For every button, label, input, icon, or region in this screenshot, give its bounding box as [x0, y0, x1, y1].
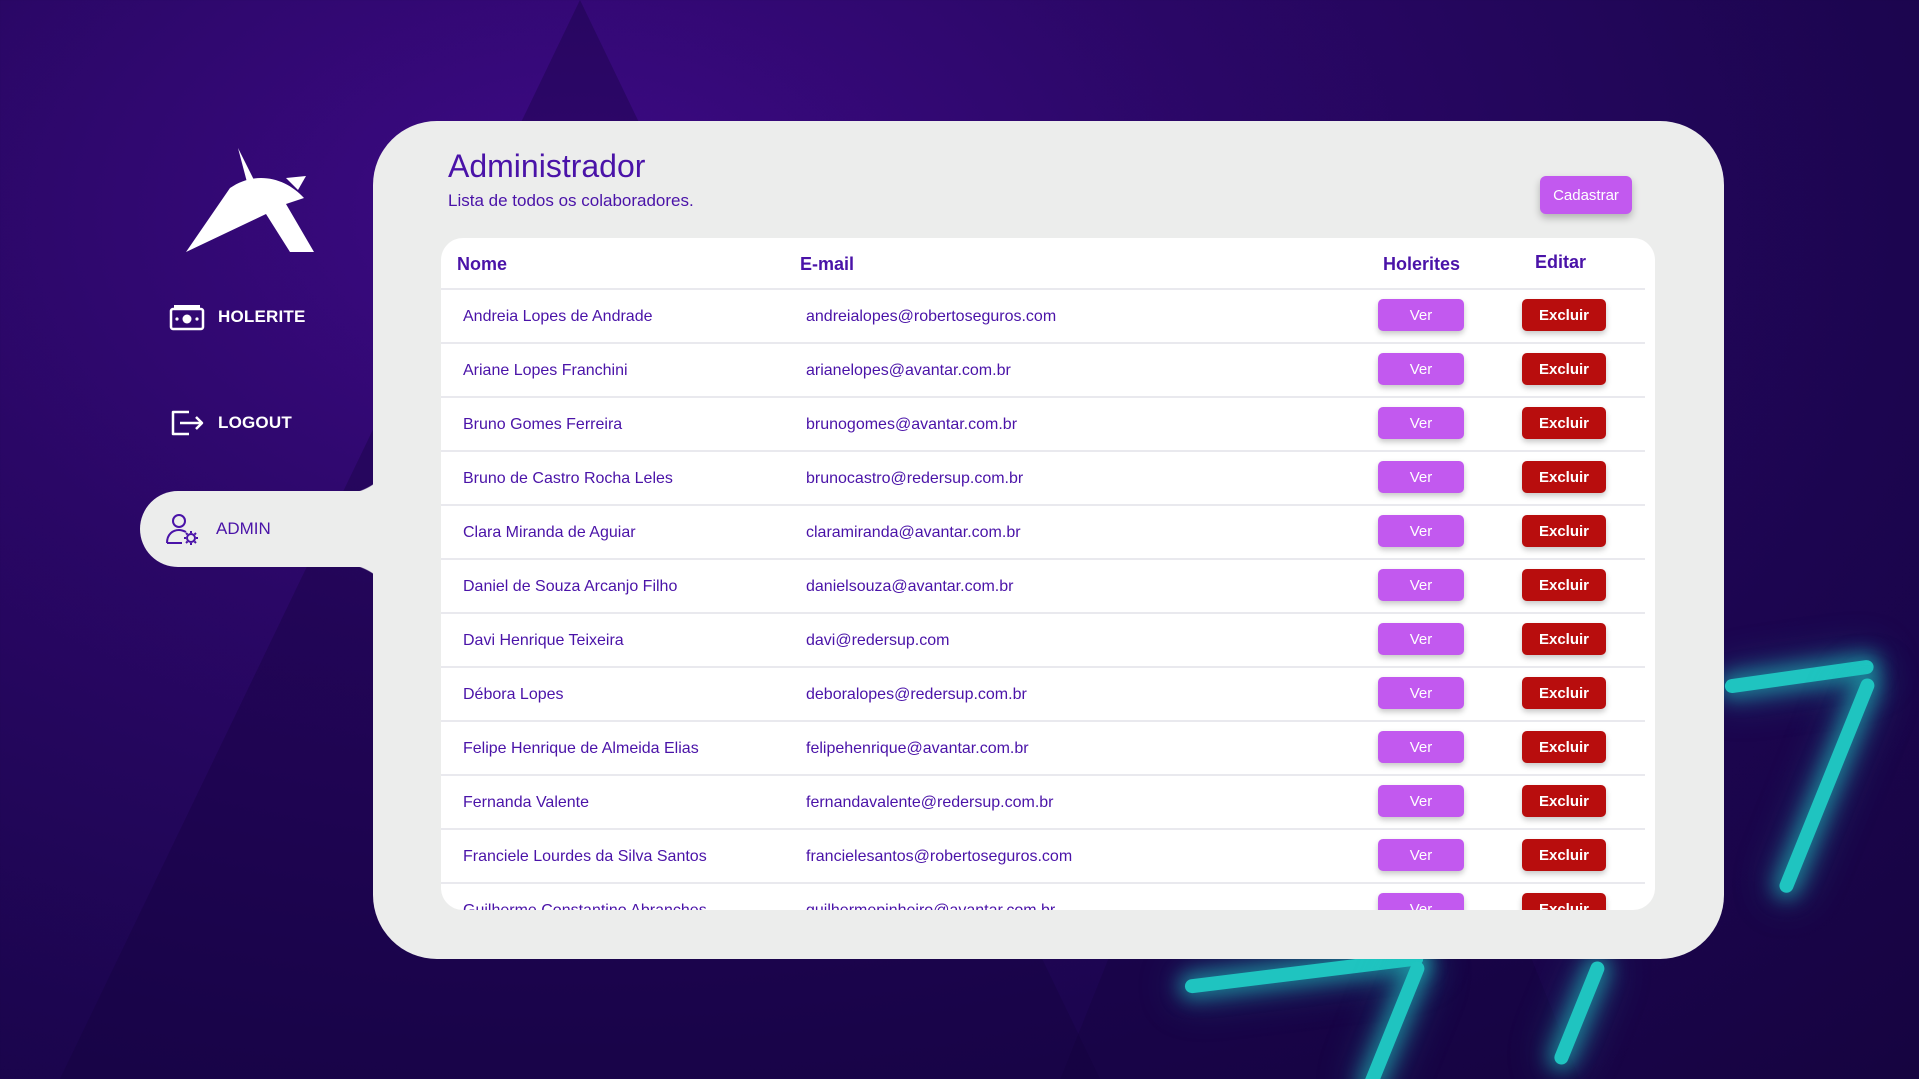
- page-subtitle: Lista de todos os colaboradores.: [448, 191, 694, 210]
- employee-email: davi@redersup.com: [806, 632, 950, 649]
- excluir-button[interactable]: Excluir: [1522, 461, 1606, 493]
- excluir-button[interactable]: Excluir: [1522, 515, 1606, 547]
- sidebar-item-label: LOGOUT: [218, 413, 292, 432]
- app-logo: [186, 148, 314, 252]
- excluir-button[interactable]: Excluir: [1522, 785, 1606, 817]
- employee-name: Bruno Gomes Ferreira: [463, 416, 623, 433]
- money-icon: [168, 302, 206, 332]
- employee-email: francielesantos@robertoseguros.com: [806, 848, 1073, 865]
- employee-name: Ariane Lopes Franchini: [463, 362, 628, 379]
- user-settings-icon: [164, 511, 200, 547]
- employee-email: deboralopes@redersup.com.br: [806, 686, 1027, 703]
- employee-email: fernandavalente@redersup.com.br: [806, 794, 1054, 811]
- table-row: Bruno Gomes Ferreira brunogomes@avantar.c…: [441, 398, 1645, 452]
- sidebar-item-label: ADMIN: [216, 519, 271, 538]
- excluir-button[interactable]: Excluir: [1522, 839, 1606, 871]
- excluir-button[interactable]: Excluir: [1522, 353, 1606, 385]
- ver-holerite-button[interactable]: Ver: [1378, 461, 1464, 493]
- table-row: Clara Miranda de Aguiar claramiranda@avan…: [441, 506, 1645, 560]
- employee-email: andreialopes@robertoseguros.com: [806, 308, 1057, 325]
- table-row: Franciele Lourdes da Silva Santos francie…: [441, 830, 1645, 884]
- neon-decoration: [1777, 676, 1877, 895]
- employee-email: brunocastro@redersup.com.br: [806, 470, 1024, 487]
- ver-holerite-button[interactable]: Ver: [1378, 731, 1464, 763]
- ver-holerite-button[interactable]: Ver: [1378, 353, 1464, 385]
- ver-holerite-button[interactable]: Ver: [1378, 785, 1464, 817]
- ver-holerite-button[interactable]: Ver: [1378, 569, 1464, 601]
- excluir-button[interactable]: Excluir: [1522, 299, 1606, 331]
- ver-holerite-button[interactable]: Ver: [1378, 893, 1464, 910]
- table-row: Ariane Lopes Franchini arianelopes@avanta…: [441, 344, 1645, 398]
- sidebar-item-holerite[interactable]: HOLERITE: [168, 302, 306, 332]
- neon-decoration: [1724, 659, 1875, 694]
- excluir-button[interactable]: Excluir: [1522, 623, 1606, 655]
- page-title: Administrador: [448, 148, 646, 184]
- sidebar-item-logout[interactable]: LOGOUT: [168, 408, 292, 438]
- table-row: Guilherme Constantino Abranches guilherme…: [441, 884, 1645, 910]
- employee-name: Fernanda Valente: [463, 794, 590, 811]
- ver-holerite-button[interactable]: Ver: [1378, 839, 1464, 871]
- tab-notch: [340, 435, 400, 495]
- employee-name: Felipe Henrique de Almeida Elias: [463, 740, 699, 757]
- sidebar-item-admin[interactable]: ADMIN: [164, 511, 271, 547]
- column-header-editar: Editar: [1535, 252, 1587, 272]
- table-row: Débora Lopes deboralopes@redersup.com.br V…: [441, 668, 1645, 722]
- excluir-button[interactable]: Excluir: [1522, 893, 1606, 910]
- excluir-button[interactable]: Excluir: [1522, 731, 1606, 763]
- table-row: Bruno de Castro Rocha Leles brunocastro@r…: [441, 452, 1645, 506]
- sidebar-item-label: HOLERITE: [218, 307, 306, 326]
- excluir-button[interactable]: Excluir: [1522, 569, 1606, 601]
- ver-holerite-button[interactable]: Ver: [1378, 515, 1464, 547]
- employee-name: Guilherme Constantino Abranches: [463, 902, 707, 910]
- employees-table: Nome E-mail Holerites Editar Andreia Lop…: [441, 238, 1655, 910]
- cadastrar-button[interactable]: Cadastrar: [1540, 176, 1632, 214]
- table-header: Nome E-mail Holerites Editar: [441, 238, 1645, 290]
- employee-email: brunogomes@avantar.com.br: [806, 416, 1018, 433]
- employee-email: felipehenrique@avantar.com.br: [806, 740, 1029, 757]
- employee-name: Débora Lopes: [463, 686, 564, 703]
- ver-holerite-button[interactable]: Ver: [1378, 677, 1464, 709]
- employee-email: guilhermepinheiro@avantar.com.br: [806, 902, 1055, 910]
- employee-email: arianelopes@avantar.com.br: [806, 362, 1011, 379]
- employee-email: claramiranda@avantar.com.br: [806, 524, 1021, 541]
- table-row: Fernanda Valente fernandavalente@redersup…: [441, 776, 1645, 830]
- table-row: Felipe Henrique de Almeida Elias felipehe…: [441, 722, 1645, 776]
- employee-name: Clara Miranda de Aguiar: [463, 524, 636, 541]
- logout-icon: [168, 408, 206, 438]
- table-body: Andreia Lopes de Andrade andreialopes@rob…: [441, 290, 1645, 910]
- ver-holerite-button[interactable]: Ver: [1378, 623, 1464, 655]
- table-row: Daniel de Souza Arcanjo Filho danielsouza…: [441, 560, 1645, 614]
- excluir-button[interactable]: Excluir: [1522, 407, 1606, 439]
- ver-holerite-button[interactable]: Ver: [1378, 299, 1464, 331]
- employee-name: Bruno de Castro Rocha Leles: [463, 470, 673, 487]
- column-header-email: E-mail: [800, 254, 855, 274]
- employee-name: Davi Henrique Teixeira: [463, 632, 624, 649]
- employee-name: Daniel de Souza Arcanjo Filho: [463, 578, 678, 595]
- excluir-button[interactable]: Excluir: [1522, 677, 1606, 709]
- employee-email: danielsouza@avantar.com.br: [806, 578, 1014, 595]
- employee-name: Franciele Lourdes da Silva Santos: [463, 848, 707, 865]
- column-header-holerites: Holerites: [1383, 254, 1461, 274]
- employee-name: Andreia Lopes de Andrade: [463, 308, 653, 325]
- column-header-nome: Nome: [457, 254, 508, 274]
- ver-holerite-button[interactable]: Ver: [1378, 407, 1464, 439]
- table-row: Andreia Lopes de Andrade andreialopes@rob…: [441, 290, 1645, 344]
- table-row: Davi Henrique Teixeira davi@redersup.com V…: [441, 614, 1645, 668]
- tab-notch: [340, 563, 400, 623]
